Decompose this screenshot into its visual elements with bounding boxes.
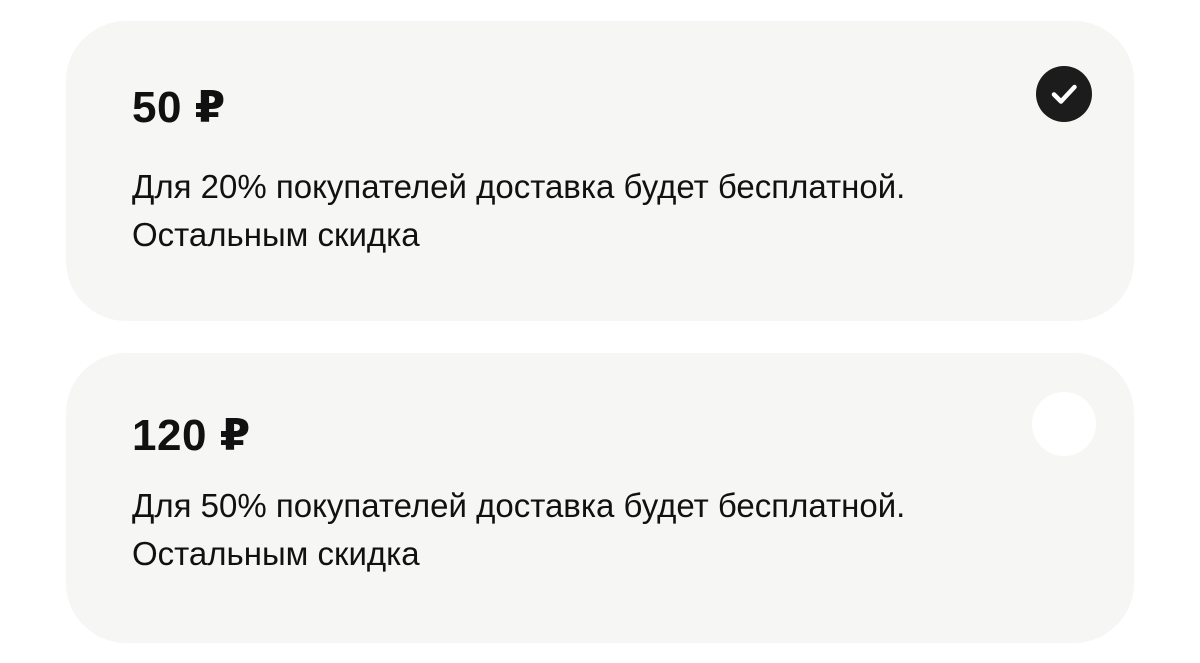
option-description: Для 50% покупателей доставка будет беспл… (132, 482, 1052, 578)
option-description-line-1: Для 50% покупателей доставка будет беспл… (132, 487, 906, 524)
delivery-price-options: 50 ₽ Для 20% покупателей доставка будет … (0, 0, 1200, 663)
option-price: 120 ₽ (132, 411, 251, 460)
checkmark-icon (1051, 84, 1077, 104)
option-price: 50 ₽ (132, 83, 226, 132)
option-description-line-2: Остальным скидка (132, 216, 420, 253)
option-description-line-2: Остальным скидка (132, 535, 420, 572)
option-description: Для 20% покупателей доставка будет беспл… (132, 163, 1052, 259)
radio-unselected[interactable] (1032, 392, 1096, 456)
radio-selected[interactable] (1036, 66, 1092, 122)
option-description-line-1: Для 20% покупателей доставка будет беспл… (132, 168, 906, 205)
price-option-card-120[interactable]: 120 ₽ Для 50% покупателей доставка будет… (66, 353, 1134, 643)
price-option-card-50[interactable]: 50 ₽ Для 20% покупателей доставка будет … (66, 21, 1134, 321)
